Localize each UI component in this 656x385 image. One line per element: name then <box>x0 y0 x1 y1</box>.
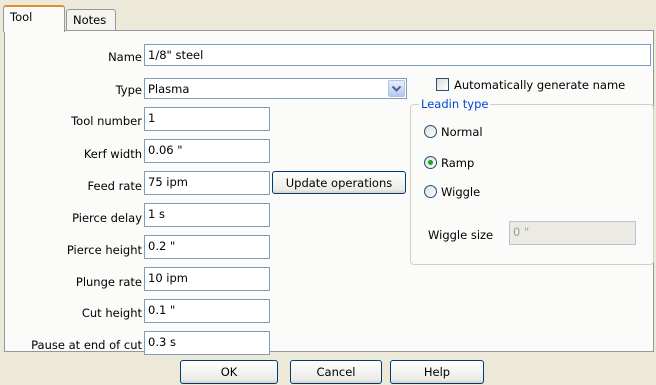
name-field[interactable]: 1/8" steel <box>144 44 651 66</box>
pierce-height-label: Pierce height <box>66 243 142 257</box>
plunge-rate-label: Plunge rate <box>75 275 142 289</box>
tab-notes[interactable]: Notes <box>66 9 116 31</box>
cancel-button[interactable]: Cancel <box>290 360 382 384</box>
radio-normal[interactable] <box>424 125 437 138</box>
tool-number-label: Tool number <box>71 114 142 128</box>
kerf-width-field[interactable]: 0.06 " <box>144 139 270 163</box>
tab-tool[interactable]: Tool <box>3 5 65 32</box>
pierce-delay-field[interactable]: 1 s <box>144 203 270 227</box>
cut-height-field[interactable]: 0.1 " <box>144 299 270 323</box>
radio-ramp-label: Ramp <box>441 156 475 170</box>
chevron-down-icon[interactable] <box>388 80 405 97</box>
radio-selected-dot-icon <box>428 160 433 165</box>
plunge-rate-field[interactable]: 10 ipm <box>144 267 270 291</box>
auto-name-label: Automatically generate name <box>454 78 626 92</box>
type-select-value: Plasma <box>148 82 190 96</box>
type-select[interactable]: Plasma <box>144 78 407 99</box>
type-label: Type <box>115 83 142 97</box>
wiggle-size-field[interactable]: 0 " <box>509 221 636 245</box>
feed-rate-field[interactable]: 75 ipm <box>144 171 270 195</box>
wiggle-size-label: Wiggle size <box>428 228 494 242</box>
auto-name-checkbox[interactable] <box>436 78 449 91</box>
tool-number-field[interactable]: 1 <box>144 107 270 131</box>
leadin-type-title: Leadin type <box>419 97 491 111</box>
pierce-height-field[interactable]: 0.2 " <box>144 235 270 259</box>
radio-wiggle[interactable] <box>424 185 437 198</box>
help-button[interactable]: Help <box>390 360 484 384</box>
tab-strip: Tool Notes <box>0 0 656 32</box>
pierce-delay-label: Pierce delay <box>72 211 142 225</box>
ok-button[interactable]: OK <box>180 360 278 384</box>
kerf-width-label: Kerf width <box>83 147 142 161</box>
update-operations-button[interactable]: Update operations <box>272 171 406 194</box>
tab-tool-label: Tool <box>10 10 33 24</box>
pause-end-label: Pause at end of cut <box>31 338 142 352</box>
radio-wiggle-label: Wiggle <box>441 185 481 199</box>
pause-end-field[interactable]: 0.3 s <box>144 331 270 355</box>
radio-normal-label: Normal <box>441 125 483 139</box>
cut-height-label: Cut height <box>81 306 142 320</box>
name-label: Name <box>108 50 142 64</box>
radio-ramp[interactable] <box>424 156 437 169</box>
feed-rate-label: Feed rate <box>87 179 142 193</box>
tab-notes-label: Notes <box>73 13 107 27</box>
